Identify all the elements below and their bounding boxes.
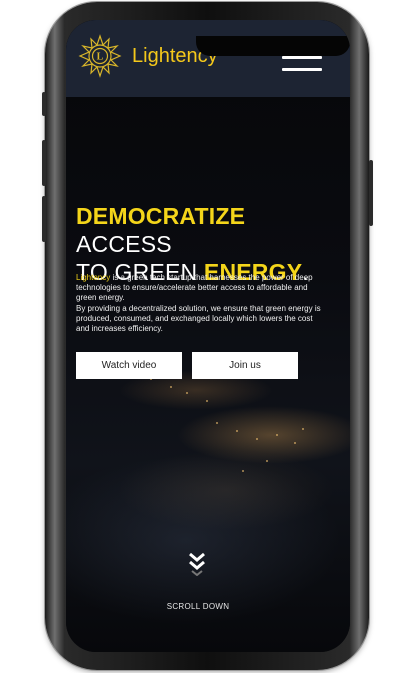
watch-video-button[interactable]: Watch video	[76, 352, 182, 379]
phone-notch	[196, 36, 350, 56]
hero-description: Lightency is a green tech startup that h…	[76, 273, 326, 334]
side-button-volume-up	[42, 140, 46, 186]
side-button-volume-down	[42, 196, 46, 242]
description-brand: Lightency	[76, 273, 111, 282]
chevron-double-down-icon[interactable]	[187, 552, 207, 576]
side-button-power	[369, 160, 373, 226]
side-button-mute	[42, 92, 46, 116]
phone-screen: L Lightency DEMOCRATIZE ACCESS TO GREEN …	[66, 20, 350, 652]
description-text-1: is a green tech startup that harnesses t…	[76, 273, 313, 303]
description-text-2: By providing a decentralized solution, w…	[76, 303, 321, 334]
scroll-down-label[interactable]: SCROLL DOWN	[146, 602, 250, 611]
headline-accent-democratize: DEMOCRATIZE	[76, 203, 246, 229]
hero-section: DEMOCRATIZE ACCESS TO GREEN ENERGY. Ligh…	[66, 20, 350, 652]
headline-text-access: ACCESS	[76, 231, 172, 257]
join-us-button[interactable]: Join us	[192, 352, 298, 379]
